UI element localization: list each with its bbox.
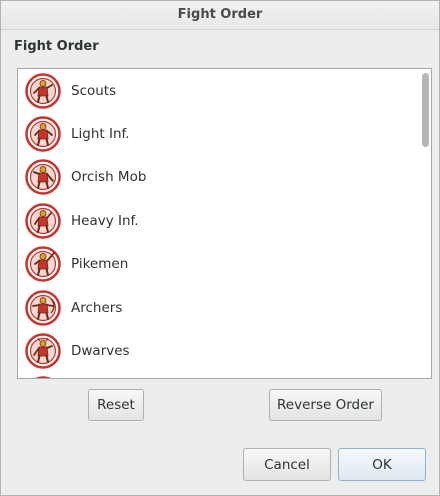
unit-label: Heavy Inf. (71, 212, 139, 229)
light-infantry-unit-icon (25, 116, 61, 152)
unit-list-container: Scouts Light Inf. Orcish Mob Heavy Inf. … (18, 69, 414, 378)
unit-label: Scouts (71, 82, 117, 99)
list-item[interactable]: Pikemen (18, 243, 414, 286)
cancel-button[interactable]: Cancel (243, 448, 331, 481)
unit-label: Light Inf. (71, 126, 130, 143)
scout-unit-icon (25, 72, 61, 109)
dwarves-unit-icon (25, 333, 61, 369)
partial-unit-icon (36, 376, 50, 378)
list-item[interactable]: Orcish Mob (18, 156, 414, 199)
unit-label: Orcish Mob (71, 169, 147, 186)
archers-unit-icon (25, 289, 61, 326)
unit-label: Pikemen (71, 256, 129, 273)
list-item[interactable]: Scouts (18, 69, 414, 112)
orcish-mob-unit-icon (25, 159, 61, 196)
unit-label: Archers (71, 299, 123, 316)
ok-button[interactable]: OK (338, 448, 426, 481)
unit-label: Dwarves (71, 343, 130, 360)
section-label: Fight Order (14, 39, 99, 54)
list-item[interactable]: Dwarves (18, 329, 414, 372)
scrollbar-thumb[interactable] (422, 73, 429, 147)
pikemen-unit-icon (25, 246, 61, 282)
unit-order-list[interactable]: Scouts Light Inf. Orcish Mob Heavy Inf. … (17, 68, 432, 379)
window-title: Fight Order (1, 1, 439, 30)
list-scrollbar[interactable] (422, 73, 429, 374)
reset-button[interactable]: Reset (88, 389, 144, 421)
heavy-infantry-unit-icon (25, 203, 61, 239)
list-item-partial[interactable] (18, 373, 414, 378)
list-item[interactable]: Light Inf. (18, 112, 414, 155)
list-item[interactable]: Archers (18, 286, 414, 329)
reverse-order-button[interactable]: Reverse Order (269, 389, 382, 421)
list-item[interactable]: Heavy Inf. (18, 199, 414, 242)
fight-order-dialog: Fight Order Fight Order Scouts Light Inf… (0, 0, 440, 496)
